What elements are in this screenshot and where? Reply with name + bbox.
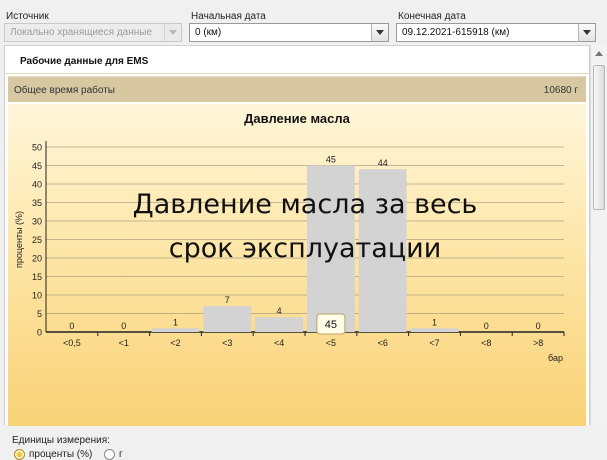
x-tick-label: <8: [481, 338, 491, 348]
y-tick-label: 45: [32, 161, 42, 171]
y-tick-label: 15: [32, 272, 42, 282]
source-label: Источник: [6, 11, 49, 22]
x-tick-label: <5: [326, 338, 336, 348]
total-operating-time-value: 10680 г: [543, 85, 578, 96]
bar-value-label: 0: [69, 321, 74, 331]
start-date-dropdown[interactable]: 0 (км): [189, 23, 389, 42]
bar: [151, 328, 200, 332]
bar-value-label: 4: [277, 306, 282, 316]
chevron-down-icon: [376, 30, 384, 35]
section-divider: [5, 73, 589, 74]
units-title: Единицы измерения:: [12, 435, 110, 446]
oil-pressure-chart: Давление масла05101520253035404550процен…: [14, 111, 565, 363]
y-tick-label: 30: [32, 217, 42, 227]
x-tick-label: >8: [533, 338, 543, 348]
y-tick-label: 35: [32, 198, 42, 208]
end-date-value: 09.12.2021-615918 (км): [402, 27, 510, 38]
x-tick-label: <1: [119, 338, 129, 348]
bar-value-label: 7: [225, 295, 230, 305]
source-dropdown: Локально хранящиеся данные: [4, 23, 182, 42]
y-tick-label: 0: [37, 328, 42, 338]
source-value: Локально хранящиеся данные: [10, 27, 153, 38]
end-date-dropdown-button[interactable]: [578, 24, 595, 41]
bar: [410, 328, 459, 332]
radio-grams-indicator[interactable]: [104, 449, 115, 460]
scroll-up-icon[interactable]: [593, 47, 605, 59]
x-tick-label: <3: [222, 338, 232, 348]
total-operating-time-label: Общее время работы: [14, 85, 115, 96]
section-title: Рабочие данные для EMS: [20, 56, 149, 67]
ems-data-panel: Рабочие данные для EMS Общее время работ…: [4, 45, 590, 460]
end-date-label: Конечная дата: [398, 11, 466, 22]
start-date-dropdown-button[interactable]: [371, 24, 388, 41]
radio-grams[interactable]: г: [104, 449, 123, 460]
x-tick-label: <2: [170, 338, 180, 348]
vertical-scrollbar[interactable]: [590, 45, 607, 425]
y-tick-label: 25: [32, 235, 42, 245]
y-tick-label: 20: [32, 254, 42, 264]
bar: [255, 317, 303, 332]
bar-value-label: 44: [378, 158, 388, 168]
y-tick-label: 50: [32, 143, 42, 153]
bar: [203, 306, 252, 332]
chart-title: Давление масла: [244, 111, 350, 126]
scrollbar-thumb[interactable]: [593, 65, 605, 210]
bar-value-label: 1: [432, 317, 437, 327]
overlay-text-line-1: Давление масла за весь: [133, 189, 478, 220]
chevron-down-icon: [169, 30, 177, 35]
x-tick-label: <6: [378, 338, 388, 348]
bar-value-label: 0: [121, 321, 126, 331]
source-dropdown-button: [164, 24, 181, 41]
y-tick-label: 40: [32, 180, 42, 190]
bar-value-label: 1: [173, 317, 178, 327]
start-date-value: 0 (км): [195, 27, 222, 38]
bar-value-label: 45: [326, 155, 336, 165]
overlay-text-line-2: срок эксплуатации: [169, 233, 442, 264]
bar-value-label: 0: [484, 321, 489, 331]
chevron-down-icon: [583, 30, 591, 35]
x-axis-label: бар: [548, 353, 563, 363]
x-tick-label: <7: [429, 338, 439, 348]
y-tick-label: 5: [37, 309, 42, 319]
y-axis-label: проценты (%): [14, 211, 24, 268]
radio-percent-label: проценты (%): [29, 449, 93, 460]
start-date-label: Начальная дата: [191, 11, 266, 22]
x-tick-label: <0,5: [63, 338, 81, 348]
total-operating-time-bar: Общее время работы 10680 г: [8, 76, 586, 102]
y-tick-label: 10: [32, 291, 42, 301]
radio-grams-label: г: [119, 449, 123, 460]
radio-percent-indicator[interactable]: [14, 449, 25, 460]
bar-value-label: 0: [536, 321, 541, 331]
radio-percent[interactable]: проценты (%): [14, 449, 92, 460]
end-date-dropdown[interactable]: 09.12.2021-615918 (км): [396, 23, 596, 42]
bar-tooltip-text: 45: [325, 319, 337, 331]
x-tick-label: <4: [274, 338, 284, 348]
chart-panel: Давление масла 0 5 10 15 20 25 30 35 40 45 50 процен…: [8, 104, 586, 460]
